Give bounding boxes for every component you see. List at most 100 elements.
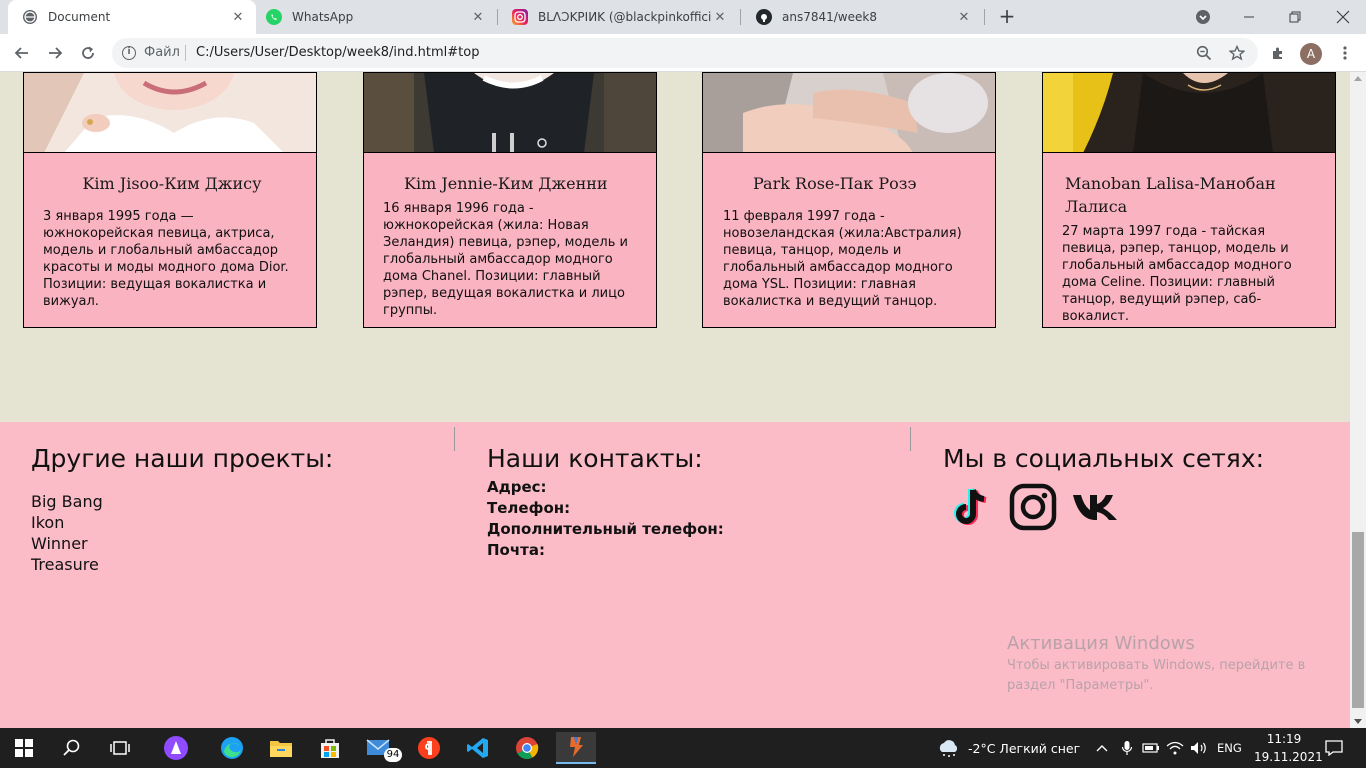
contacts-heading: Наши контакты: [487, 444, 703, 473]
project-link[interactable]: Winner [31, 533, 103, 554]
member-name: Kim Jennie-Ким Дженни [404, 174, 608, 193]
github-icon [756, 9, 772, 25]
url-text[interactable]: C:/Users/User/Desktop/week8/ind.html#top [196, 45, 479, 60]
member-name: Kim Jisoo-Ким Джису [82, 174, 262, 193]
member-photo [364, 73, 656, 153]
project-link[interactable]: Big Bang [31, 491, 103, 512]
close-icon[interactable]: ✕ [712, 10, 728, 25]
windows-start-icon[interactable] [4, 732, 44, 764]
tab-strip: Document ✕ WhatsApp ✕ BLΛƆKPIИK (@blackp… [0, 0, 1366, 34]
member-card-jisoo: Kim Jisoo-Ким Джису 3 января 1995 года —… [23, 72, 317, 328]
browser-toolbar: i Файл C:/Users/User/Desktop/week8/ind.h… [0, 34, 1366, 72]
vertical-scrollbar[interactable] [1350, 72, 1366, 728]
yandex-browser-icon[interactable] [409, 732, 449, 764]
weather-text[interactable]: -2°C Легкий снег [968, 741, 1080, 756]
close-window-button[interactable] [1320, 0, 1366, 34]
footer-column-divider [910, 427, 911, 451]
vk-icon[interactable] [1070, 482, 1120, 532]
new-tab-button[interactable]: + [996, 6, 1018, 28]
footer-column-divider [454, 427, 455, 451]
tab-title: WhatsApp [292, 10, 354, 24]
social-heading: Мы в социальных сетях: [943, 444, 1265, 473]
instagram-icon[interactable] [1008, 482, 1058, 532]
member-name: Manoban Lalisa-Манобан Лалиса [1065, 174, 1276, 216]
tab-separator [984, 9, 985, 25]
active-app-icon[interactable] [556, 732, 596, 764]
mail-badge: 94 [384, 748, 402, 762]
tab-search-button[interactable] [1180, 0, 1226, 34]
tab-title: ans7841/week8 [782, 10, 877, 24]
tab-title: Document [48, 10, 111, 24]
omnibox-separator [185, 45, 186, 61]
address-bar[interactable]: i Файл C:/Users/User/Desktop/week8/ind.h… [112, 38, 1258, 68]
vscode-icon[interactable] [458, 732, 498, 764]
chevron-up-icon[interactable] [1090, 732, 1114, 764]
minimize-button[interactable] [1226, 0, 1272, 34]
clock-date[interactable]: 19.11.2021 [1254, 750, 1323, 764]
bookmark-star-icon[interactable] [1225, 41, 1249, 65]
instagram-icon [512, 9, 528, 25]
project-link[interactable]: Treasure [31, 554, 103, 575]
windows-activation-line: раздел "Параметры". [1007, 678, 1154, 693]
menu-dots-icon[interactable] [1333, 41, 1357, 65]
extensions-icon[interactable] [1266, 41, 1290, 65]
forward-button[interactable] [43, 41, 67, 65]
page-viewport: Kim Jisoo-Ким Джису 3 января 1995 года —… [0, 72, 1350, 728]
mail-icon[interactable]: 94 [360, 732, 402, 764]
edge-browser-icon[interactable] [212, 732, 252, 764]
store-icon[interactable] [310, 732, 350, 764]
zoom-icon[interactable] [1192, 41, 1216, 65]
whatsapp-icon [266, 9, 282, 25]
member-photo [24, 73, 316, 153]
tab-github[interactable]: ans7841/week8 ✕ [742, 0, 982, 34]
globe-icon [22, 9, 38, 25]
volume-icon[interactable] [1187, 732, 1211, 764]
battery-icon[interactable] [1139, 732, 1163, 764]
scroll-down-arrow[interactable] [1354, 719, 1362, 724]
info-icon[interactable]: i [122, 46, 136, 60]
close-icon[interactable]: ✕ [230, 10, 246, 25]
projects-list: Big Bang Ikon Winner Treasure [31, 491, 103, 575]
back-button[interactable] [10, 41, 34, 65]
member-bio: 11 февраля 1997 года - новозеландская (ж… [723, 209, 962, 309]
member-bio: 27 марта 1997 года - тайская певица, рэп… [1062, 224, 1292, 324]
windows-activation-title: Активация Windows [1007, 633, 1195, 654]
notifications-icon[interactable] [1314, 732, 1354, 764]
close-icon[interactable]: ✕ [470, 10, 486, 25]
chrome-icon[interactable] [507, 732, 547, 764]
member-card-jennie: Kim Jennie-Ким Дженни 16 января 1996 год… [363, 72, 657, 328]
close-icon[interactable]: ✕ [956, 10, 972, 25]
clock-time[interactable]: 11:19 [1266, 732, 1302, 746]
tab-whatsapp[interactable]: WhatsApp ✕ [252, 0, 496, 34]
wifi-icon[interactable] [1163, 732, 1187, 764]
member-photo [703, 73, 995, 153]
contacts-list: Адрес: Телефон: Дополнительный телефон: … [487, 477, 724, 561]
scroll-up-arrow[interactable] [1354, 76, 1362, 81]
contact-email-label: Почта: [487, 541, 545, 559]
site-footer: Другие наши проекты: Big Bang Ikon Winne… [0, 422, 1350, 728]
scroll-thumb[interactable] [1352, 532, 1364, 708]
restore-button[interactable] [1272, 0, 1318, 34]
contact-phone-label: Телефон: [487, 499, 571, 517]
member-bio: 16 января 1996 года - южнокорейская (жил… [383, 201, 628, 318]
projects-heading: Другие наши проекты: [31, 444, 334, 473]
member-bio: 3 января 1995 года — южнокорейская певиц… [43, 209, 289, 309]
tab-document[interactable]: Document ✕ [8, 0, 256, 34]
search-icon[interactable] [52, 732, 92, 764]
task-view-icon[interactable] [100, 732, 140, 764]
tab-title: BLΛƆKPIИK (@blackpinkofficial) · [538, 10, 712, 24]
microphone-icon[interactable] [1115, 732, 1139, 764]
reload-button[interactable] [76, 41, 100, 65]
alice-assistant-icon[interactable] [156, 732, 196, 764]
tab-instagram[interactable]: BLΛƆKPIИK (@blackpinkofficial) · ✕ [498, 0, 738, 34]
windows-activation-line: Чтобы активировать Windows, перейдите в [1007, 658, 1306, 673]
file-explorer-icon[interactable] [261, 732, 301, 764]
weather-icon[interactable] [930, 732, 966, 764]
file-label: Файл [144, 45, 180, 60]
windows-taskbar: 94 -2°C Легкий снег ENG 11:19 19.11.2021 [0, 728, 1366, 768]
language-indicator[interactable]: ENG [1217, 741, 1242, 755]
profile-avatar[interactable]: A [1300, 43, 1322, 65]
tab-separator [740, 9, 741, 25]
tiktok-icon[interactable] [947, 482, 997, 532]
project-link[interactable]: Ikon [31, 512, 103, 533]
